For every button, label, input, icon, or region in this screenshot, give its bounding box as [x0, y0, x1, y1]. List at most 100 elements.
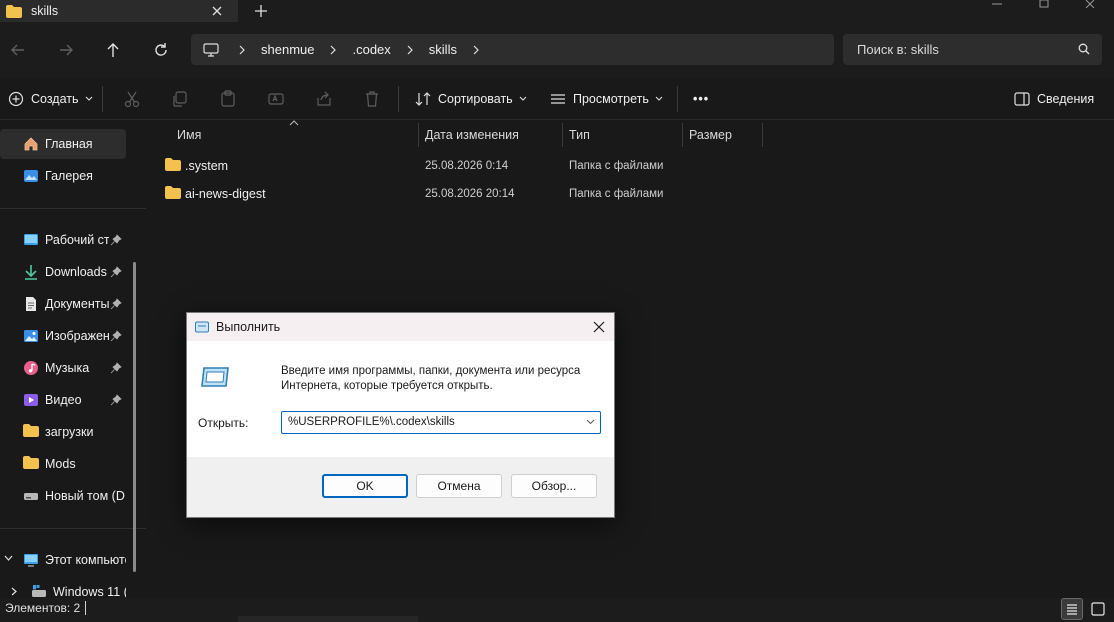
pin-icon[interactable] — [110, 234, 122, 246]
sidebar-item-downloads[interactable]: Downloads — [0, 257, 126, 287]
details-pane-button[interactable]: Сведения — [1014, 88, 1094, 110]
chevron-down-icon — [655, 96, 663, 102]
chevron-right-icon — [237, 45, 247, 55]
dialog-title-bar[interactable]: Выполнить — [187, 313, 614, 341]
new-tab-button[interactable] — [253, 3, 269, 19]
file-date: 25.08.2026 20:14 — [425, 188, 515, 200]
delete-icon[interactable] — [363, 88, 381, 110]
sidebar-item-drive-d[interactable]: Новый том (D:) — [0, 481, 126, 511]
chevron-down-icon — [519, 96, 527, 102]
browse-button[interactable]: Обзор... — [511, 474, 597, 498]
breadcrumb-item[interactable]: skills — [429, 42, 457, 57]
sidebar-item-label: Главная — [45, 137, 93, 151]
column-header-type[interactable]: Тип — [569, 128, 590, 142]
create-label: Создать — [31, 92, 79, 106]
chevron-right-icon — [328, 45, 338, 55]
column-divider[interactable] — [762, 123, 763, 147]
run-program-icon — [200, 366, 230, 388]
rename-icon[interactable] — [267, 88, 285, 110]
close-tab-icon[interactable] — [209, 3, 225, 19]
pin-icon[interactable] — [110, 330, 122, 342]
column-divider[interactable] — [418, 123, 419, 147]
windows-drive-icon — [31, 584, 47, 598]
chevron-down-icon[interactable] — [586, 419, 595, 425]
computer-icon — [23, 552, 39, 568]
cancel-button[interactable]: Отмена — [416, 474, 502, 498]
pin-icon[interactable] — [110, 266, 122, 278]
back-arrow-icon[interactable] — [8, 40, 28, 60]
address-bar[interactable]: shenmue .codex skills — [191, 34, 834, 65]
chevron-right-icon[interactable] — [11, 587, 18, 596]
file-date: 25.08.2026 0:14 — [425, 160, 509, 172]
search-placeholder: Поиск в: skills — [857, 42, 939, 57]
maximize-icon[interactable] — [1037, 0, 1051, 8]
sidebar-scrollbar[interactable] — [133, 262, 136, 572]
forward-arrow-icon[interactable] — [56, 40, 76, 60]
dialog-title: Выполнить — [216, 320, 281, 334]
run-dialog: Выполнить Введите имя программы, папки, … — [186, 312, 615, 518]
sidebar-item-documents[interactable]: Документы — [0, 289, 126, 319]
column-header-name[interactable]: Имя — [177, 128, 201, 142]
divider — [102, 86, 103, 112]
sidebar-item-label: Рабочий стол — [45, 233, 109, 247]
tab-skills[interactable]: skills — [0, 0, 238, 22]
up-arrow-icon[interactable] — [103, 40, 123, 60]
sidebar-item-gallery[interactable]: Галерея — [0, 161, 126, 191]
paste-icon[interactable] — [219, 88, 237, 110]
details-view-icon[interactable] — [1061, 598, 1083, 620]
tiles-view-icon[interactable] — [1087, 598, 1109, 620]
close-window-icon[interactable] — [1083, 0, 1097, 8]
video-icon — [23, 392, 39, 408]
cut-icon[interactable] — [123, 88, 141, 110]
sidebar-item-label: Этот компьютер — [45, 553, 126, 567]
details-label: Сведения — [1037, 92, 1095, 106]
column-header-size[interactable]: Размер — [689, 128, 732, 142]
command-bar: Создать Сортировать Просмотреть ••• Свед… — [0, 78, 1114, 120]
sidebar-item-desktop[interactable]: Рабочий стол — [0, 225, 126, 255]
table-row[interactable]: ai-news-digest 25.08.2026 20:14 Папка с … — [146, 180, 1114, 208]
open-combobox[interactable]: %USERPROFILE%\.codex\skills — [281, 411, 601, 434]
view-button[interactable]: Просмотреть — [550, 88, 663, 110]
folder-icon — [23, 424, 39, 437]
home-icon — [23, 136, 39, 152]
sort-button[interactable]: Сортировать — [415, 88, 527, 110]
close-icon[interactable] — [591, 319, 607, 335]
file-name: ai-news-digest — [185, 187, 266, 201]
pin-icon[interactable] — [110, 298, 122, 310]
music-icon — [23, 360, 39, 376]
sidebar-item-drive-c[interactable]: Windows 11 (C:) — [0, 577, 146, 598]
column-divider[interactable] — [682, 123, 683, 147]
minimize-icon[interactable] — [990, 0, 1004, 8]
sidebar-item-this-pc[interactable]: Этот компьютер — [0, 545, 126, 575]
search-input[interactable]: Поиск в: skills — [843, 34, 1102, 65]
sidebar-item-mods[interactable]: Mods — [0, 449, 126, 479]
chevron-right-icon — [405, 45, 415, 55]
share-icon[interactable] — [315, 88, 333, 110]
chevron-down-icon — [85, 96, 93, 102]
sidebar-item-pictures[interactable]: Изображения — [0, 321, 126, 351]
chevron-down-icon[interactable] — [4, 555, 13, 562]
sidebar-item-music[interactable]: Музыка — [0, 353, 126, 383]
table-row[interactable]: .system 25.08.2026 0:14 Папка с файлами — [146, 152, 1114, 180]
breadcrumb-item[interactable]: shenmue — [261, 42, 314, 57]
sidebar-item-videos[interactable]: Видео — [0, 385, 126, 415]
sidebar-item-label: Галерея — [45, 169, 93, 183]
pin-icon[interactable] — [110, 394, 122, 406]
sidebar-item-label: Документы — [45, 297, 110, 311]
copy-icon[interactable] — [171, 88, 189, 110]
more-options-button[interactable]: ••• — [693, 88, 709, 110]
chevron-right-icon[interactable] — [471, 45, 481, 55]
pin-icon[interactable] — [110, 362, 122, 374]
navigation-pane: Главная Галерея Рабочий стол Downloads Д… — [0, 120, 146, 598]
create-button[interactable]: Создать — [8, 88, 93, 110]
sidebar-item-zagruzki[interactable]: загрузки — [0, 417, 126, 447]
column-divider[interactable] — [562, 123, 563, 147]
sidebar-item-label: загрузки — [45, 425, 94, 439]
open-input-value[interactable]: %USERPROFILE%\.codex\skills — [288, 416, 455, 428]
search-icon[interactable] — [1078, 43, 1090, 55]
sidebar-item-home[interactable]: Главная — [0, 129, 126, 159]
refresh-icon[interactable] — [151, 40, 171, 60]
breadcrumb-item[interactable]: .codex — [352, 42, 390, 57]
ok-button[interactable]: OK — [322, 474, 408, 498]
column-header-date[interactable]: Дата изменения — [425, 128, 519, 142]
